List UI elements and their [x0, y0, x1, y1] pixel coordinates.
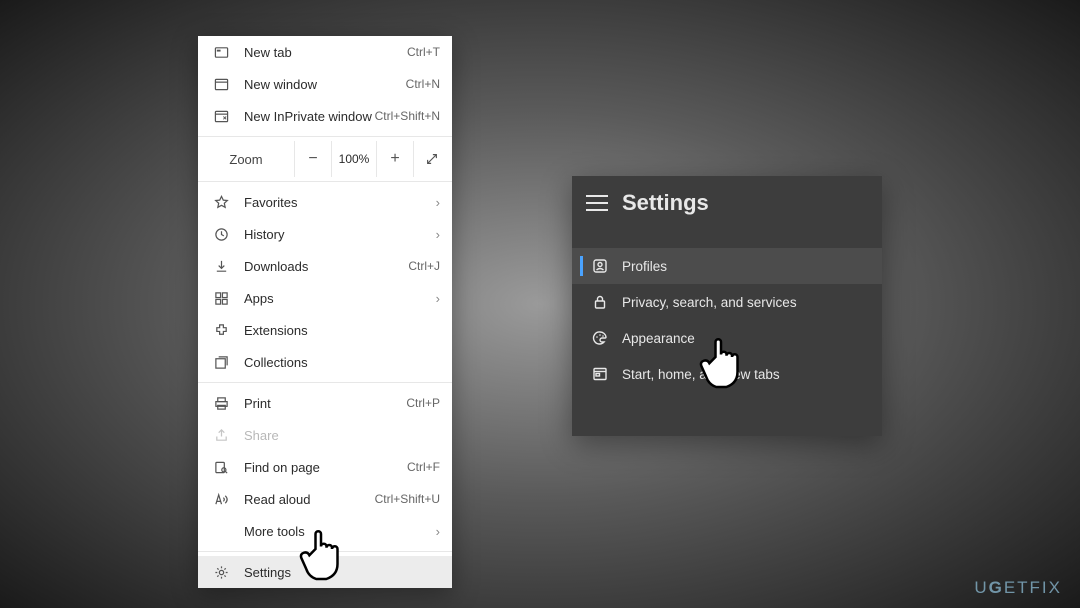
menu-item-read-aloud[interactable]: Read aloud Ctrl+Shift+U	[198, 483, 452, 515]
settings-nav-list: Profiles Privacy, search, and services A…	[572, 248, 882, 392]
zoom-controls: Zoom − 100% +	[198, 141, 452, 177]
menu-item-label: Apps	[244, 291, 436, 306]
menu-item-label: New window	[244, 77, 406, 92]
menu-item-extensions[interactable]: Extensions	[198, 314, 452, 346]
menu-item-print[interactable]: Print Ctrl+P	[198, 387, 452, 419]
menu-item-share: Share	[198, 419, 452, 451]
menu-item-label: History	[244, 227, 436, 242]
settings-nav-label: Privacy, search, and services	[622, 295, 797, 310]
browser-overflow-menu: New tab Ctrl+T New window Ctrl+N New InP…	[198, 36, 452, 588]
chevron-right-icon: ›	[436, 227, 440, 242]
menu-item-shortcut: Ctrl+T	[407, 45, 440, 59]
divider	[198, 382, 452, 383]
menu-item-shortcut: Ctrl+N	[406, 77, 440, 91]
menu-item-label: New InPrivate window	[244, 109, 375, 124]
stage: New tab Ctrl+T New window Ctrl+N New InP…	[0, 0, 1080, 608]
menu-item-label: Read aloud	[244, 492, 375, 507]
apps-icon	[212, 291, 230, 306]
menu-item-label: Extensions	[244, 323, 440, 338]
menu-item-find[interactable]: Find on page Ctrl+F	[198, 451, 452, 483]
settings-nav-privacy[interactable]: Privacy, search, and services	[572, 284, 882, 320]
chevron-right-icon: ›	[436, 195, 440, 210]
menu-item-shortcut: Ctrl+Shift+U	[375, 492, 440, 506]
menu-item-favorites[interactable]: Favorites ›	[198, 186, 452, 218]
settings-nav-profiles[interactable]: Profiles	[572, 248, 882, 284]
menu-item-label: Favorites	[244, 195, 436, 210]
history-icon	[212, 227, 230, 242]
divider	[198, 181, 452, 182]
menu-item-label: Find on page	[244, 460, 407, 475]
hamburger-icon[interactable]	[586, 195, 608, 211]
menu-item-more-tools[interactable]: More tools ›	[198, 515, 452, 547]
menu-item-label: Print	[244, 396, 406, 411]
collections-icon	[212, 355, 230, 370]
menu-item-shortcut: Ctrl+P	[406, 396, 440, 410]
menu-item-label: More tools	[244, 524, 436, 539]
lock-icon	[590, 294, 610, 310]
share-icon	[212, 428, 230, 443]
gear-icon	[212, 565, 230, 580]
menu-item-shortcut: Ctrl+J	[408, 259, 440, 273]
settings-nav-label: Appearance	[622, 331, 695, 346]
print-icon	[212, 396, 230, 411]
menu-item-label: Share	[244, 428, 440, 443]
watermark: UGETFIX	[974, 578, 1062, 598]
chevron-right-icon: ›	[436, 524, 440, 539]
star-icon	[212, 195, 230, 210]
menu-item-downloads[interactable]: Downloads Ctrl+J	[198, 250, 452, 282]
menu-item-new-tab[interactable]: New tab Ctrl+T	[198, 36, 452, 68]
menu-item-label: New tab	[244, 45, 407, 60]
menu-item-shortcut: Ctrl+F	[407, 460, 440, 474]
new-window-icon	[212, 77, 230, 92]
start-page-icon	[590, 366, 610, 382]
palette-icon	[590, 330, 610, 346]
zoom-out-button[interactable]: −	[294, 141, 331, 177]
divider	[198, 551, 452, 552]
settings-nav-start[interactable]: Start, home, and new tabs	[572, 356, 882, 392]
zoom-label: Zoom	[198, 152, 294, 167]
menu-item-history[interactable]: History ›	[198, 218, 452, 250]
menu-item-label: Downloads	[244, 259, 408, 274]
find-icon	[212, 460, 230, 475]
chevron-right-icon: ›	[436, 291, 440, 306]
menu-item-label: Collections	[244, 355, 440, 370]
menu-item-label: Settings	[244, 565, 440, 580]
download-icon	[212, 259, 230, 274]
read-aloud-icon	[212, 492, 230, 507]
fullscreen-button[interactable]	[413, 141, 450, 177]
menu-item-settings[interactable]: Settings	[198, 556, 452, 588]
menu-item-apps[interactable]: Apps ›	[198, 282, 452, 314]
menu-item-new-inprivate[interactable]: New InPrivate window Ctrl+Shift+N	[198, 100, 452, 132]
menu-item-collections[interactable]: Collections	[198, 346, 452, 378]
zoom-value: 100%	[331, 141, 376, 177]
new-tab-icon	[212, 45, 230, 60]
settings-nav-appearance[interactable]: Appearance	[572, 320, 882, 356]
zoom-in-button[interactable]: +	[376, 141, 413, 177]
extensions-icon	[212, 323, 230, 338]
divider	[198, 136, 452, 137]
menu-item-shortcut: Ctrl+Shift+N	[375, 109, 440, 123]
settings-title: Settings	[622, 190, 709, 216]
settings-nav-label: Start, home, and new tabs	[622, 367, 780, 382]
settings-header: Settings	[572, 176, 882, 230]
inprivate-icon	[212, 109, 230, 124]
menu-item-new-window[interactable]: New window Ctrl+N	[198, 68, 452, 100]
settings-panel: Settings Profiles Privacy, search, and s…	[572, 176, 882, 436]
settings-nav-label: Profiles	[622, 259, 667, 274]
profiles-icon	[590, 258, 610, 274]
